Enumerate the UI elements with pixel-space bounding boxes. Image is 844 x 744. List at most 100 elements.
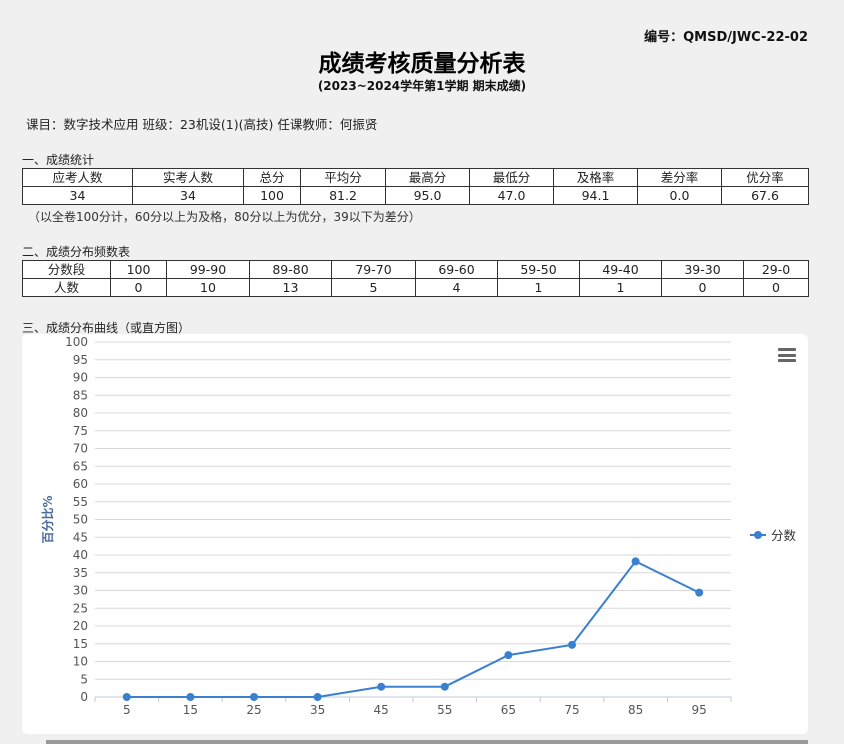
y-tick-label: 65 <box>73 459 88 473</box>
value-cell: 95.0 <box>385 186 470 205</box>
band-cell: 100 <box>110 260 167 279</box>
count-cell: 1 <box>497 278 580 297</box>
value-cell: 81.2 <box>300 186 386 205</box>
y-axis-label: 百分比% <box>40 495 55 543</box>
y-tick-label: 85 <box>73 388 88 402</box>
x-tick-label: 55 <box>437 703 452 717</box>
page-title: 成绩考核质量分析表 <box>318 51 526 77</box>
y-tick-label: 25 <box>73 601 88 615</box>
x-tick-label: 85 <box>628 703 643 717</box>
value-cell: 47.0 <box>469 186 554 205</box>
header-cell: 应考人数 <box>22 168 133 187</box>
y-tick-label: 0 <box>80 690 88 704</box>
band-cell: 59-50 <box>497 260 580 279</box>
count-cell: 0 <box>110 278 167 297</box>
value-cell: 34 <box>22 186 133 205</box>
distribution-table: 分数段 100 99-90 89-80 79-70 69-60 59-50 49… <box>22 260 809 297</box>
data-point <box>695 588 704 597</box>
series-line <box>126 560 700 698</box>
section-distribution-title: 二、成绩分布频数表 <box>22 245 131 259</box>
header-cell: 最高分 <box>385 168 470 187</box>
header-cell: 实考人数 <box>132 168 244 187</box>
statistics-table: 应考人数 实考人数 总分 平均分 最高分 最低分 及格率 差分率 优分率 34 … <box>22 168 809 205</box>
y-tick-label: 10 <box>73 655 88 669</box>
x-tick-label: 35 <box>310 703 325 717</box>
x-tick-label: 45 <box>374 703 389 717</box>
y-tick-label: 15 <box>73 637 88 651</box>
y-tick-label: 5 <box>80 672 88 686</box>
x-tick-label: 75 <box>564 703 579 717</box>
data-point <box>568 640 576 649</box>
y-tick-label: 35 <box>73 566 88 580</box>
header-cell: 差分率 <box>637 168 722 187</box>
count-cell: 0 <box>743 278 809 297</box>
value-cell: 94.1 <box>553 186 638 205</box>
y-tick-label: 90 <box>73 371 88 385</box>
horizontal-scrollbar[interactable] <box>46 740 808 744</box>
y-tick-label: 50 <box>73 513 88 527</box>
y-tick-label: 30 <box>73 584 88 598</box>
data-point <box>122 693 131 701</box>
header-cell: 总分 <box>243 168 301 187</box>
section-statistics-title: 一、成绩统计 <box>22 153 95 167</box>
band-cell: 69-60 <box>415 260 498 279</box>
band-cell: 99-90 <box>166 260 250 279</box>
row-label: 人数 <box>22 278 111 297</box>
legend-marker-icon <box>750 530 766 540</box>
statistics-value-row: 34 34 100 81.2 95.0 47.0 94.1 0.0 67.6 <box>22 186 809 205</box>
band-cell: 79-70 <box>331 260 416 279</box>
band-cell: 89-80 <box>249 260 332 279</box>
statistics-header-row: 应考人数 实考人数 总分 平均分 最高分 最低分 及格率 差分率 优分率 <box>22 168 809 187</box>
distribution-band-row: 分数段 100 99-90 89-80 79-70 69-60 59-50 49… <box>22 260 809 279</box>
data-point <box>440 682 449 691</box>
chart-menu-icon[interactable] <box>778 348 796 362</box>
y-tick-label: 100 <box>65 335 88 349</box>
distribution-count-row: 人数 0 10 13 5 4 1 1 0 0 <box>22 278 809 297</box>
header-cell: 优分率 <box>721 168 809 187</box>
data-point <box>631 557 640 566</box>
chart-legend[interactable]: 分数 <box>750 525 796 544</box>
grading-note: （以全卷100分计，60分以上为及格，80分以上为优分，39以下为差分） <box>28 210 421 224</box>
data-point <box>186 693 195 701</box>
data-point <box>250 693 258 701</box>
y-tick-label: 55 <box>73 495 88 509</box>
y-tick-label: 80 <box>73 406 88 420</box>
x-tick-label: 25 <box>246 703 261 717</box>
legend-label: 分数 <box>771 528 797 543</box>
value-cell: 100 <box>243 186 301 205</box>
x-tick-label: 65 <box>501 703 516 717</box>
x-tick-label: 95 <box>692 703 707 717</box>
header-cell: 平均分 <box>300 168 386 187</box>
y-tick-label: 75 <box>73 424 88 438</box>
value-cell: 67.6 <box>721 186 809 205</box>
x-tick-label: 15 <box>183 703 198 717</box>
row-label: 分数段 <box>22 260 111 279</box>
value-cell: 34 <box>132 186 244 205</box>
chart-canvas: 0 5 10 15 20 25 30 35 40 45 50 55 60 65 70 75 80 85 90 95 10… <box>40 335 732 717</box>
count-cell: 10 <box>166 278 250 297</box>
y-tick-label: 70 <box>73 442 88 456</box>
page-subtitle: (2023~2024学年第1学期 期末成绩) <box>317 79 527 93</box>
y-tick-label: 45 <box>73 530 88 544</box>
x-tick-label: 5 <box>123 703 131 717</box>
band-cell: 49-40 <box>579 260 662 279</box>
count-cell: 4 <box>415 278 498 297</box>
course-info: 课目：数字技术应用 班级：23机设(1)(高技) 任课教师：何振贤 <box>26 117 378 132</box>
count-cell: 5 <box>331 278 416 297</box>
y-tick-label: 60 <box>73 477 88 491</box>
count-cell: 0 <box>661 278 744 297</box>
y-tick-label: 20 <box>73 619 88 633</box>
band-cell: 29-0 <box>743 260 809 279</box>
count-cell: 13 <box>249 278 332 297</box>
data-point <box>504 651 513 660</box>
y-tick-label: 95 <box>73 353 88 367</box>
document-code: 编号：QMSD/JWC-22-02 <box>644 30 808 45</box>
y-tick-label: 40 <box>73 548 88 562</box>
header-cell: 最低分 <box>469 168 554 187</box>
data-point <box>313 693 322 701</box>
count-cell: 1 <box>579 278 662 297</box>
header-cell: 及格率 <box>553 168 638 187</box>
band-cell: 39-30 <box>661 260 744 279</box>
distribution-chart: 0 5 10 15 20 25 30 35 40 45 50 55 60 65 70 75 80 85 90 95 10… <box>22 334 808 734</box>
data-point <box>377 682 386 691</box>
